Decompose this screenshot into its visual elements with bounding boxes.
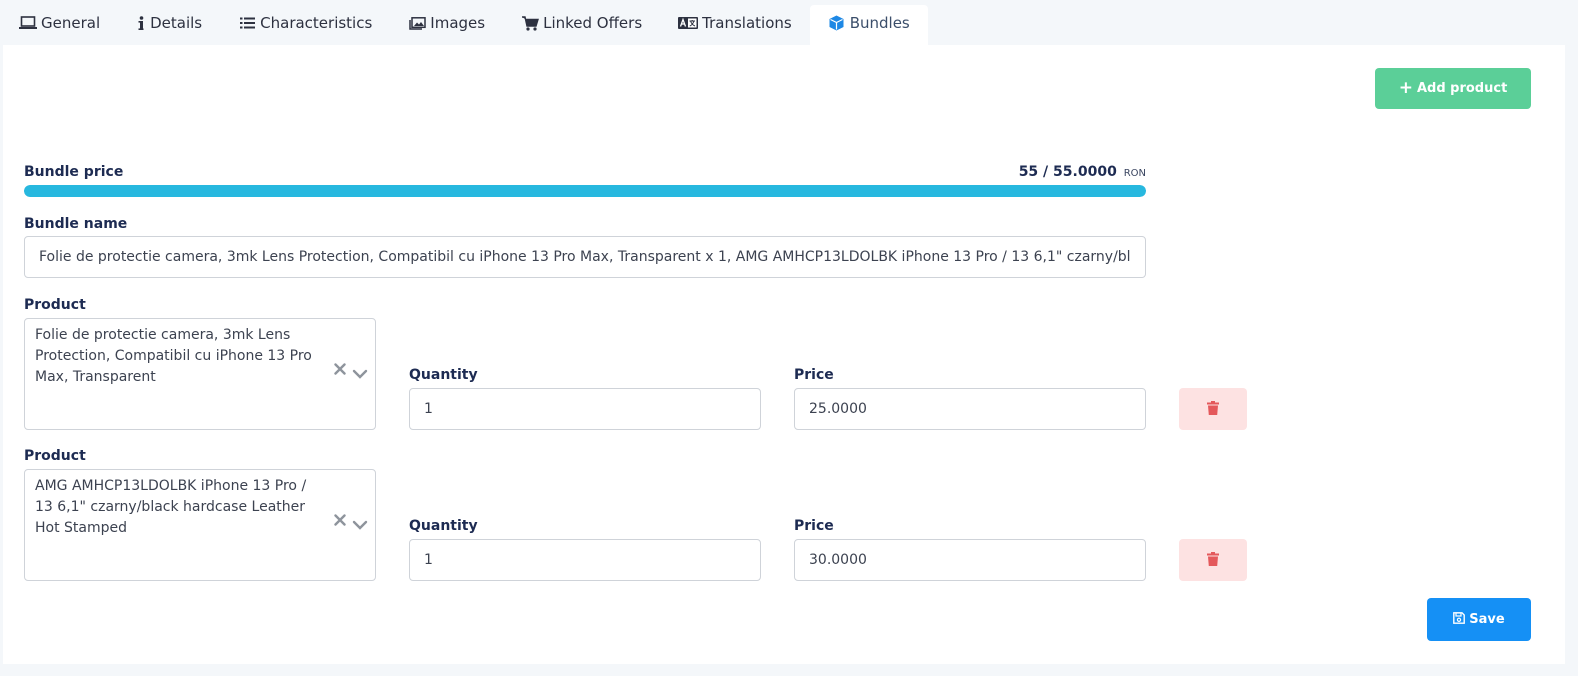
tab-label: Linked Offers <box>543 14 643 32</box>
quantity-value: 1 <box>424 552 433 568</box>
price-label: Price <box>794 518 834 534</box>
cart-icon <box>521 15 539 31</box>
quantity-label: Quantity <box>409 367 478 383</box>
delete-item-button[interactable] <box>1179 388 1247 430</box>
product-label: Product <box>24 448 86 464</box>
tab-label: Translations <box>702 14 792 32</box>
save-label: Save <box>1469 612 1505 627</box>
bundle-name-value: Folie de protectie camera, 3mk Lens Prot… <box>39 249 1131 265</box>
product-select-value: AMG AMHCP13LDOLBK iPhone 13 Pro / 13 6,1… <box>35 478 307 536</box>
tab-characteristics[interactable]: Characteristics <box>220 0 390 46</box>
add-product-button[interactable]: + Add product <box>1375 68 1531 109</box>
laptop-icon <box>19 15 37 31</box>
bundle-price-total: 55.0000 <box>1053 164 1117 180</box>
tab-details[interactable]: Details <box>118 0 220 46</box>
tab-label: Characteristics <box>260 14 373 32</box>
delete-item-button[interactable] <box>1179 539 1247 581</box>
bundle-price-progress <box>24 185 1146 197</box>
price-label: Price <box>794 367 834 383</box>
quantity-input[interactable]: 1 <box>409 388 761 430</box>
plus-icon: + <box>1398 78 1413 98</box>
tab-general[interactable]: General <box>0 0 118 46</box>
price-input[interactable]: 25.0000 <box>794 388 1146 430</box>
images-icon <box>408 15 426 31</box>
chevron-down-icon[interactable] <box>352 515 368 530</box>
list-icon <box>238 15 256 31</box>
trash-icon <box>1207 551 1219 569</box>
tab-linked-offers[interactable]: Linked Offers <box>503 0 660 46</box>
tab-images[interactable]: Images <box>390 0 503 46</box>
tab-label: Bundles <box>849 14 910 32</box>
bundle-price-separator: / <box>1043 164 1049 180</box>
tab-bundles[interactable]: Bundles <box>809 5 928 46</box>
quantity-label: Quantity <box>409 518 478 534</box>
save-button[interactable]: Save <box>1427 598 1531 641</box>
language-icon <box>678 15 699 31</box>
chevron-down-icon[interactable] <box>352 364 368 379</box>
bundle-price-label: Bundle price <box>24 164 124 180</box>
bundles-panel: + Add product Bundle price 55 / 55.0000 … <box>3 45 1565 664</box>
tab-bar: General Details Characteristics Images L… <box>0 0 1578 46</box>
price-input[interactable]: 30.0000 <box>794 539 1146 581</box>
quantity-input[interactable]: 1 <box>409 539 761 581</box>
bundle-price-summary: 55 / 55.0000 RON <box>903 164 1146 180</box>
quantity-value: 1 <box>424 401 433 417</box>
tab-label: Details <box>150 14 203 32</box>
trash-icon <box>1207 400 1219 418</box>
info-icon <box>136 15 146 31</box>
tab-translations[interactable]: Translations <box>660 0 810 46</box>
tab-label: Images <box>430 14 486 32</box>
bundle-name-input[interactable]: Folie de protectie camera, 3mk Lens Prot… <box>24 236 1146 278</box>
price-value: 30.0000 <box>809 552 867 568</box>
product-select-value: Folie de protectie camera, 3mk Lens Prot… <box>35 327 312 385</box>
bundle-price-current: 55 <box>1018 164 1039 180</box>
bundle-price-progress-fill <box>24 185 1146 197</box>
cube-icon <box>828 15 846 31</box>
tab-label: General <box>41 14 101 32</box>
clear-icon[interactable] <box>333 362 347 376</box>
bundle-name-label: Bundle name <box>24 216 128 232</box>
price-value: 25.0000 <box>809 401 867 417</box>
product-label: Product <box>24 297 86 313</box>
add-product-label: Add product <box>1416 81 1508 96</box>
bundle-price-currency: RON <box>1123 168 1146 179</box>
product-select[interactable]: AMG AMHCP13LDOLBK iPhone 13 Pro / 13 6,1… <box>24 469 376 581</box>
save-icon <box>1453 611 1466 628</box>
product-select[interactable]: Folie de protectie camera, 3mk Lens Prot… <box>24 318 376 430</box>
clear-icon[interactable] <box>333 513 347 527</box>
